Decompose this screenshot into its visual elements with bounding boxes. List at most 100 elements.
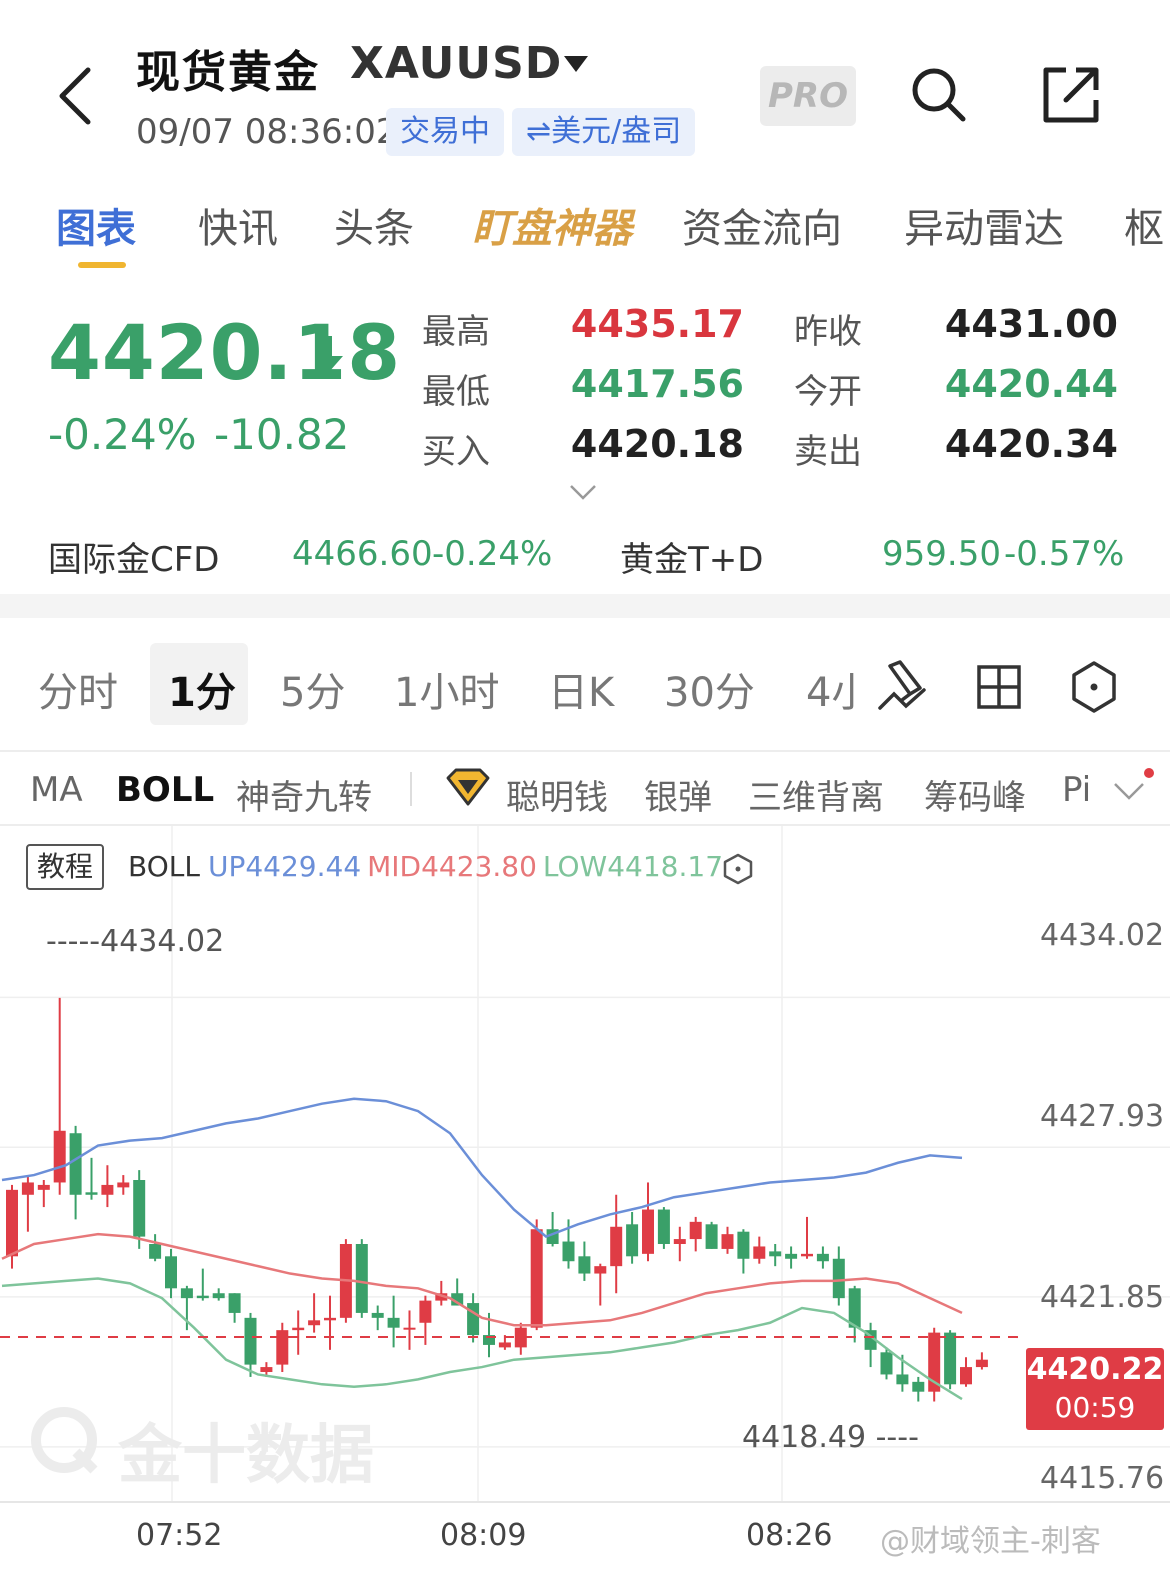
trading-status-badge: 交易中 [386,108,504,156]
candle-body [355,1244,368,1313]
candle-body [21,1182,34,1195]
tab-more[interactable]: 枢 [1124,196,1170,254]
tab-chart[interactable]: 图表 [56,196,136,254]
current-price-value: 4420.22 [1026,1352,1164,1387]
period-tab-30min[interactable]: 30分 [664,660,755,718]
caret-down-icon[interactable] [562,54,590,74]
candle-body [975,1359,988,1368]
tab-anomaly-radar[interactable]: 异动雷达 [904,196,1064,254]
candle-body [626,1224,639,1257]
back-arrow-icon[interactable] [52,64,102,128]
tutorial-button[interactable]: 教程 [26,844,104,890]
watermark-logo-icon [31,1407,98,1474]
td-label[interactable]: 黄金T+D [620,532,763,581]
quote-timestamp: 09/07 08:36:02 [136,112,398,152]
pro-button[interactable]: PRO [760,66,856,126]
tab-flash-news[interactable]: 快讯 [198,196,278,254]
candle-body [769,1251,782,1257]
session-high-marker: -----4434.02 [46,924,225,959]
indicator-tab-pivot[interactable]: Pi [1062,770,1102,810]
settings-hexagon-icon[interactable] [1070,660,1118,714]
ask-label: 卖出 [794,432,862,472]
candle-body [578,1256,591,1274]
period-tab-daily[interactable]: 日K [548,660,614,718]
indicator-tab-smart-money[interactable]: 聪明钱 [506,770,608,819]
drawing-tool-icon[interactable] [876,660,930,714]
candle-body [737,1231,750,1259]
candle-body [530,1229,543,1328]
indicator-tab-chip-peak[interactable]: 筹码峰 [924,770,1026,819]
boll-mid-value: MID4423.80 [367,850,537,883]
share-icon[interactable] [1040,64,1102,126]
instrument-title: 现货黄金 [136,47,320,98]
divider [0,750,1170,752]
chevron-down-icon[interactable] [1112,778,1146,802]
indicator-tab-boll[interactable]: BOLL [116,770,214,810]
candle-body [832,1258,845,1299]
candle-body [133,1180,146,1237]
indicator-tab-ma[interactable]: MA [30,770,83,810]
period-tab-intraday[interactable]: 分时 [38,660,118,718]
period-tab-4hour[interactable]: 4小 [806,660,854,718]
section-divider [0,594,1170,618]
candle-body [594,1266,607,1274]
candle-body [642,1209,654,1254]
y-axis-tick: 4421.85 [1040,1280,1165,1315]
prev-close-label: 昨收 [794,312,862,352]
candle-body [37,1184,50,1190]
candle-body [785,1253,798,1259]
candle-body [419,1300,432,1323]
td-change: -0.57% [1004,534,1125,574]
indicator-tab-td9[interactable]: 神奇九转 [236,770,372,819]
period-tab-1min[interactable]: 1分 [168,660,236,718]
candle-body [880,1352,893,1375]
candle-body [276,1330,289,1365]
open-value: 4420.44 [944,362,1118,406]
candle-body [260,1367,273,1372]
candle-body [69,1133,82,1195]
candle-body [610,1226,623,1267]
last-price: 4420.18 [48,308,402,397]
candle-body [149,1244,162,1259]
chevron-down-icon[interactable] [568,482,598,502]
candle-body [753,1246,766,1259]
open-label: 今开 [794,372,862,412]
indicator-settings-icon[interactable] [722,852,754,886]
instrument-symbol[interactable]: XAUUSD [350,38,562,89]
unit-toggle-chip[interactable]: ⇌美元/盎司 [512,108,696,156]
boll-low-value: LOW4418.17 [542,850,724,883]
tab-monitor-tool[interactable]: 盯盘神器 [472,196,632,254]
candle-countdown: 00:59 [1054,1391,1136,1424]
candle-body [85,1192,98,1195]
down-arrow-icon [315,336,343,372]
period-tab-5min[interactable]: 5分 [280,660,345,718]
candle-body [960,1367,972,1385]
indicator-tab-silver-bullet[interactable]: 银弹 [644,770,712,819]
high-value: 4435.17 [570,302,744,346]
layout-grid-icon[interactable] [976,664,1022,710]
candle-body [467,1303,480,1336]
candle-body [896,1374,909,1385]
tab-headlines[interactable]: 头条 [334,196,414,254]
notification-dot [1144,768,1154,778]
candle-body [324,1317,336,1321]
indicator-separator [410,772,412,806]
candle-body [689,1221,702,1240]
x-axis-tick: 07:52 [136,1518,223,1553]
search-icon[interactable] [908,64,968,124]
td-price: 959.50 [882,534,1001,574]
candle-body [498,1342,511,1348]
candle-body [816,1253,829,1262]
y-axis-tick: 4415.76 [1040,1461,1165,1496]
y-axis-tick: 4434.02 [1040,918,1165,953]
credit-watermark: @财域领主-刺客 [880,1524,1101,1559]
change-amount: -10.82 [214,410,350,459]
indicator-tab-divergence[interactable]: 三维背离 [748,770,884,819]
candle-body [371,1312,384,1318]
ask-value: 4420.34 [944,422,1118,466]
bid-value: 4420.18 [570,422,744,466]
boll-legend-label: BOLL [128,850,200,883]
period-tab-1hour[interactable]: 1小时 [394,660,499,718]
cfd-label[interactable]: 国际金CFD [48,532,219,581]
tab-capital-flow[interactable]: 资金流向 [682,196,842,254]
